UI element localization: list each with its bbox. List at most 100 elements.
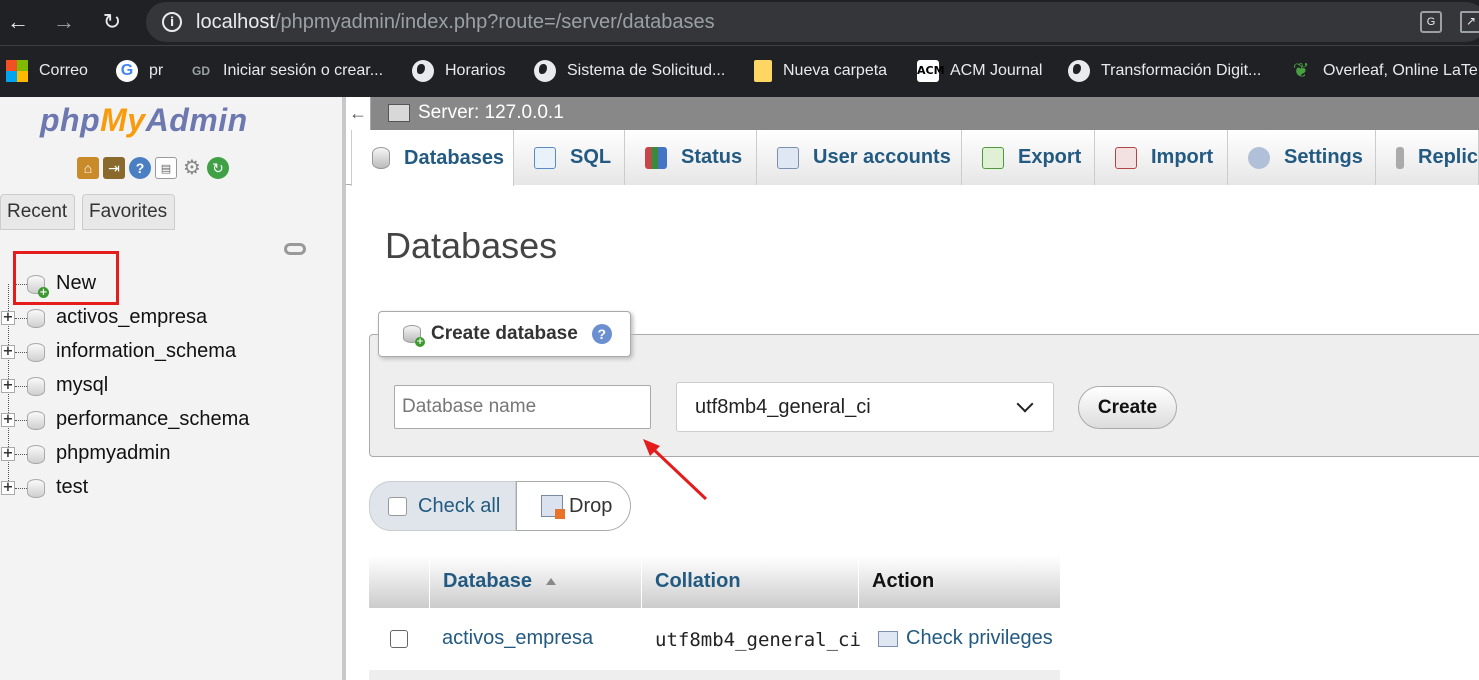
page-title: Databases <box>385 225 558 266</box>
help-icon[interactable]: ? <box>591 324 612 344</box>
bookmark-iniciar-sesion[interactable]: GD Iniciar sesión o crear... <box>190 57 383 85</box>
tab-replication[interactable]: Replication <box>1376 130 1479 185</box>
translate-icon[interactable]: G <box>1420 11 1442 33</box>
tab-label: Databases <box>404 146 505 169</box>
tree-label[interactable]: information_schema <box>56 340 236 363</box>
tab-databases[interactable]: Databases <box>351 130 514 186</box>
tree-item-information-schema[interactable]: + information_schema <box>0 335 330 369</box>
folder-icon <box>754 60 772 82</box>
bookmark-acm-journal[interactable]: ACM ACM Journal <box>917 57 1042 85</box>
expand-icon[interactable]: + <box>1 447 15 461</box>
google-icon: G <box>116 60 138 82</box>
logo-admin: Admin <box>145 102 248 138</box>
tree-connector <box>15 420 27 421</box>
bookmark-label: Transformación Digit... <box>1101 62 1262 79</box>
tab-recent[interactable]: Recent <box>0 194 75 230</box>
bookmark-transformacion-digital[interactable]: Transformación Digit... <box>1068 57 1261 85</box>
tree-label[interactable]: performance_schema <box>56 408 249 431</box>
tab-import[interactable]: Import <box>1095 130 1228 185</box>
row-checkbox[interactable] <box>390 630 408 648</box>
check-all-toggle[interactable]: Check all <box>369 481 516 531</box>
tab-export[interactable]: Export <box>962 130 1095 185</box>
tree-label[interactable]: test <box>56 476 88 499</box>
user-accounts-icon <box>777 146 799 169</box>
highlight-box-new <box>13 251 119 305</box>
tree-connector <box>15 454 27 455</box>
quick-links: ⌂ ⇥ ? ▤ ⚙ ↻ <box>77 157 229 179</box>
url-text[interactable]: localhost/phpmyadmin/index.php?route=/se… <box>196 11 715 34</box>
database-name-input[interactable] <box>394 385 651 429</box>
reload-icon[interactable]: ↻ <box>96 6 128 38</box>
bookmarks-bar: Correo Gpr GD Iniciar sesión o crear... H… <box>0 45 1479 97</box>
home-icon[interactable]: ⌂ <box>77 157 99 179</box>
expand-icon[interactable]: + <box>1 345 15 359</box>
collapse-navigation-icon[interactable]: ← <box>346 97 371 130</box>
tree-connector <box>15 488 27 489</box>
tree-item-mysql[interactable]: + mysql <box>0 369 330 403</box>
check-all-checkbox[interactable] <box>388 496 407 516</box>
bookmark-pr[interactable]: Gpr <box>116 57 163 85</box>
documentation-icon[interactable]: ▤ <box>155 157 177 179</box>
table-row: activos_empresa utf8mb4_general_ci Check… <box>369 608 1060 670</box>
expand-icon[interactable]: + <box>1 379 15 393</box>
collation-select[interactable]: utf8mb4_general_ci <box>676 382 1054 432</box>
expand-icon[interactable]: + <box>1 413 15 427</box>
bookmark-overleaf[interactable]: ❦ Overleaf, Online LaTe... <box>1290 57 1479 85</box>
tree-label[interactable]: mysql <box>56 374 108 397</box>
tree-item-activos-empresa[interactable]: + activos_empresa <box>0 301 330 335</box>
server-label[interactable]: Server: 127.0.0.1 <box>418 102 564 124</box>
bookmark-correo[interactable]: Correo <box>6 57 88 85</box>
site-info-icon[interactable]: i <box>162 12 182 32</box>
tree-item-performance-schema[interactable]: + performance_schema <box>0 403 330 437</box>
microsoft-icon <box>6 60 28 82</box>
browser-toolbar: ← → ↻ i localhost/phpmyadmin/index.php?r… <box>0 0 1479 45</box>
tree-connector <box>15 318 27 319</box>
address-bar[interactable]: i localhost/phpmyadmin/index.php?route=/… <box>146 2 1479 42</box>
expand-icon[interactable]: + <box>1 311 15 325</box>
database-link[interactable]: activos_empresa <box>442 627 593 650</box>
link-with-main-panel-icon[interactable] <box>284 243 306 255</box>
bookmark-horarios[interactable]: Horarios <box>412 57 505 85</box>
bookmark-label: Sistema de Solicitud... <box>567 62 726 79</box>
header-select <box>369 556 430 608</box>
back-arrow-icon[interactable]: ← <box>2 6 34 38</box>
bookmark-nueva-carpeta[interactable]: Nueva carpeta <box>754 57 887 85</box>
phpmyadmin-logo[interactable]: phpMyAdmin <box>40 97 248 143</box>
expand-icon[interactable]: + <box>1 481 15 495</box>
bulk-action-bar: Check all Drop <box>369 481 631 531</box>
tree-item-phpmyadmin[interactable]: + phpmyadmin <box>0 437 330 471</box>
overleaf-icon: ❦ <box>1292 60 1310 82</box>
navigation-panel: phpMyAdmin ⌂ ⇥ ? ▤ ⚙ ↻ Recent Favorites … <box>0 97 342 680</box>
gd-icon: GD <box>192 64 210 78</box>
tab-label: Status <box>681 146 743 168</box>
globe-icon <box>1068 60 1090 82</box>
tree-item-test[interactable]: + test <box>0 471 330 505</box>
wrench-icon <box>1248 146 1270 169</box>
tab-settings[interactable]: Settings <box>1228 130 1376 185</box>
help-icon[interactable]: ? <box>129 157 151 179</box>
tree-label[interactable]: phpmyadmin <box>56 442 171 465</box>
tab-sql[interactable]: SQL <box>514 130 625 185</box>
reload-navigation-icon[interactable]: ↻ <box>207 157 229 179</box>
forward-arrow-icon[interactable]: → <box>48 6 80 38</box>
table-row <box>369 670 1060 680</box>
tab-favorites[interactable]: Favorites <box>82 194 175 230</box>
new-database-icon <box>403 325 425 347</box>
tree-label[interactable]: activos_empresa <box>56 306 207 329</box>
legend-label: Create database <box>431 323 578 344</box>
header-collation[interactable]: Collation <box>642 556 859 608</box>
header-database[interactable]: Database <box>430 556 642 608</box>
drop-button[interactable]: Drop <box>516 481 631 531</box>
settings-gear-icon[interactable]: ⚙ <box>181 157 203 179</box>
check-privileges-link[interactable]: Check privileges <box>878 627 1053 650</box>
share-icon[interactable]: ↗ <box>1460 11 1479 33</box>
tab-user-accounts[interactable]: User accounts <box>757 130 962 185</box>
tab-label: Import <box>1151 146 1214 168</box>
bookmark-sistema-solicitud[interactable]: Sistema de Solicitud... <box>534 57 725 85</box>
annotation-arrow <box>643 439 708 501</box>
drop-label: Drop <box>569 494 613 517</box>
create-button[interactable]: Create <box>1078 386 1177 429</box>
tab-status[interactable]: Status <box>625 130 757 185</box>
tree-connector <box>15 352 27 353</box>
logout-icon[interactable]: ⇥ <box>103 157 125 179</box>
